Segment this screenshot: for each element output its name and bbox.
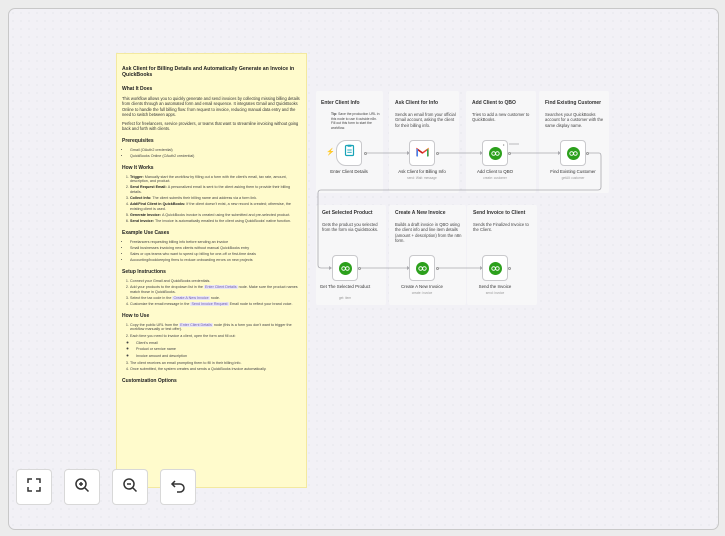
quickbooks-icon — [338, 261, 352, 275]
node-label: Find Existing Customer — [550, 169, 596, 174]
fit-view-icon — [26, 477, 42, 498]
node-subtitle: getAll: customer — [561, 176, 585, 180]
fit-view-button[interactable] — [16, 469, 52, 505]
error-output-icon: • — [503, 142, 505, 147]
output-handle[interactable] — [507, 266, 511, 270]
output-handle[interactable] — [507, 151, 511, 155]
node-get-selected-product[interactable] — [332, 255, 358, 281]
node-subtitle: get: item — [338, 296, 352, 300]
node-create-invoice[interactable] — [409, 255, 435, 281]
zoom-out-icon — [122, 477, 138, 498]
node-subtitle: create: customer — [483, 176, 507, 180]
zoom-in-button[interactable] — [64, 469, 100, 505]
node-label: Send the Invoice — [478, 284, 512, 289]
undo-icon — [170, 477, 186, 498]
node-label: Create A New Invoice — [401, 284, 443, 289]
node-find-existing-customer[interactable] — [560, 140, 586, 166]
node-send-invoice[interactable] — [482, 255, 508, 281]
quickbooks-icon — [488, 261, 502, 275]
undo-button[interactable] — [160, 469, 196, 505]
quickbooks-icon — [488, 146, 502, 160]
quickbooks-icon — [415, 261, 429, 275]
trigger-bolt-icon: ⚡ — [326, 149, 335, 156]
node-ask-client-billing[interactable] — [409, 140, 435, 166]
node-label: Ask Client for Billing Info — [398, 169, 446, 174]
node-subtitle: send: invoice — [485, 291, 505, 295]
canvas-toolbar — [16, 469, 196, 505]
quickbooks-icon — [566, 146, 580, 160]
output-handle[interactable] — [357, 266, 361, 270]
node-subtitle: send: Wait: message — [407, 176, 437, 180]
workflow-canvas[interactable]: Ask Client for Billing Details and Autom… — [8, 8, 719, 530]
form-icon — [343, 144, 356, 162]
output-handle[interactable] — [435, 151, 439, 155]
node-enter-client-details[interactable] — [336, 140, 362, 166]
output-handle[interactable] — [363, 151, 367, 155]
gmail-icon — [415, 144, 429, 162]
node-label: Get The Selected Product — [319, 284, 371, 289]
node-label: Enter Client Details — [330, 169, 368, 174]
zoom-out-button[interactable] — [112, 469, 148, 505]
output-handle[interactable] — [585, 151, 589, 155]
node-label: Add Client to QBO — [476, 169, 514, 174]
node-subtitle: create: invoice — [411, 291, 433, 295]
output-handle[interactable] — [435, 266, 439, 270]
connections — [317, 143, 602, 270]
zoom-in-icon — [74, 477, 90, 498]
